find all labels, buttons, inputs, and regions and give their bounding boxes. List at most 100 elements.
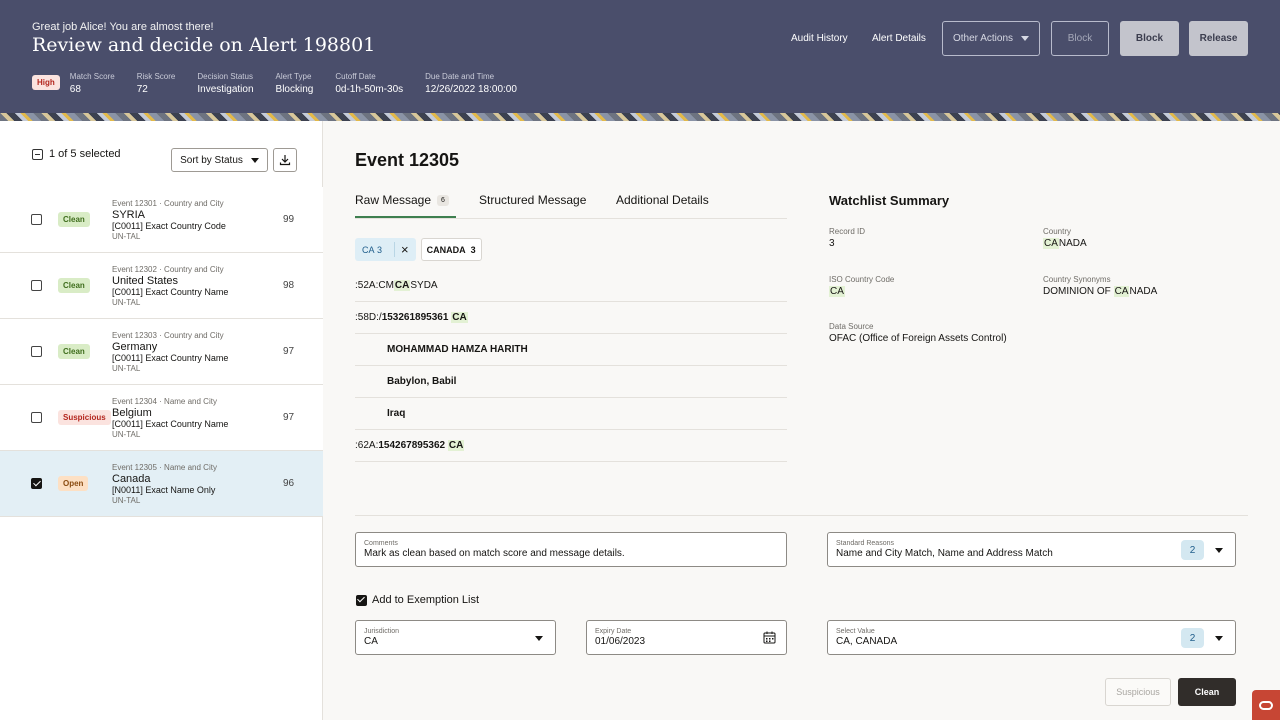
filter-chip-canada[interactable]: CANADA 3 [420,238,482,261]
event-title: Event 12305 [355,150,460,170]
selection-toggle[interactable]: 1 of 5 selected [32,148,121,160]
alert-header: Great job Alice! You are almost there! R… [0,0,1280,113]
event-score: 96 [283,478,295,489]
event-checkbox[interactable] [31,280,42,291]
audit-history-link[interactable]: Audit History [791,33,848,44]
event-name: SYRIA [112,209,146,221]
status-badge: Suspicious [58,410,111,425]
decorative-banner [0,113,1280,121]
event-meta: Event 12302 · Country and City [112,265,224,274]
meta-cutoff-date: Cutoff Date 0d-1h-50m-30s [335,72,404,95]
event-list: Clean Event 12301 · Country and City SYR… [0,187,323,517]
download-icon [279,155,291,166]
greeting-text: Great job Alice! You are almost there! [32,21,214,33]
event-score: 97 [283,346,295,357]
chevron-down-icon[interactable] [1215,548,1223,553]
event-checkbox[interactable] [31,412,42,423]
select-value-select[interactable]: Select Value CA, CANADA 2 [827,620,1236,655]
status-badge: Open [58,476,89,491]
tab-additional-details[interactable]: Additional Details [616,193,709,207]
filter-chip-ca[interactable]: CA 3 × [355,238,416,261]
message-line: :58D:/153261895361 CA [355,302,787,334]
tab-raw-message[interactable]: Raw Message 6 [355,193,449,207]
section-divider [355,515,1248,516]
chevron-down-icon [1021,36,1030,41]
chevron-down-icon [250,157,259,163]
tab-count-badge: 6 [437,195,449,206]
raw-message: :52A:CM CA SYDA :58D:/153261895361 CA MOHA… [355,270,787,462]
meta-alert-type: Alert Type Blocking [275,72,314,95]
event-source: UN-TAL [112,364,141,373]
event-meta: Event 12305 · Name and City [112,463,217,472]
status-badge: Clean [58,212,90,227]
chevron-down-icon[interactable] [535,636,543,641]
sort-dropdown[interactable]: Sort by Status [171,148,268,172]
event-source: UN-TAL [112,496,141,505]
message-line: Iraq [355,398,787,430]
status-badge: Clean [58,278,90,293]
oracle-assistant-button[interactable] [1252,690,1280,720]
event-list-item[interactable]: Suspicious Event 12304 · Name and City B… [0,385,323,451]
tab-structured-message[interactable]: Structured Message [479,193,586,207]
message-line: Babylon, Babil [355,366,787,398]
event-checkbox[interactable] [31,214,42,225]
event-rule: [C0011] Exact Country Name [112,287,229,297]
event-list-item[interactable]: Clean Event 12303 · Country and City Ger… [0,319,323,385]
chevron-down-icon[interactable] [1215,636,1223,641]
jurisdiction-select[interactable]: Jurisdiction CA [355,620,556,655]
meta-risk-score: Risk Score 72 [136,72,176,95]
event-name: Germany [112,341,158,353]
release-button[interactable]: Release [1189,21,1248,56]
event-list-item[interactable]: Clean Event 12301 · Country and City SYR… [0,187,323,253]
meta-decision-status: Decision Status Investigation [197,72,254,95]
event-meta: Event 12303 · Country and City [112,331,224,340]
close-icon[interactable]: × [394,242,409,257]
deselect-checkbox-icon[interactable] [32,148,43,160]
message-line: MOHAMMAD HAMZA HARITH [355,334,787,366]
event-rule: [C0011] Exact Country Name [112,419,229,429]
block-button[interactable]: Block [1120,21,1179,56]
alert-details-link[interactable]: Alert Details [872,33,926,44]
event-source: UN-TAL [112,430,141,439]
suspicious-button[interactable]: Suspicious [1105,678,1171,706]
event-list-panel: 1 of 5 selected Sort by Status Clean Eve… [0,121,323,720]
event-meta: Event 12304 · Name and City [112,397,217,406]
event-rule: [C0011] Exact Country Name [112,353,229,363]
standard-reasons-select[interactable]: Standard Reasons Name and City Match, Na… [827,532,1236,567]
event-list-item[interactable]: Open Event 12305 · Name and City Canada … [0,451,323,517]
event-score: 99 [283,214,295,225]
event-list-item[interactable]: Clean Event 12302 · Country and City Uni… [0,253,323,319]
watchlist-summary-title: Watchlist Summary [829,193,950,208]
comments-field[interactable]: Comments Mark as clean based on match sc… [355,532,787,567]
active-tab-indicator [355,216,456,218]
highlight-chips: CA 3 × CANADA 3 [355,238,482,261]
event-checkbox[interactable] [31,346,42,357]
event-score: 98 [283,280,295,291]
event-meta: Event 12301 · Country and City [112,199,224,208]
event-score: 97 [283,412,295,423]
checkbox-checked-icon[interactable] [356,594,367,606]
oracle-logo-icon [1259,700,1273,710]
status-badge: Clean [58,344,90,359]
meta-match-score: Match Score 68 [69,72,115,95]
event-checkbox[interactable] [31,478,42,489]
selected-count-badge: 2 [1181,628,1204,648]
expiry-date-field[interactable]: Expiry Date 01/06/2023 [586,620,787,655]
alert-meta: High Match Score 68 Risk Score 72 Decision… [32,72,539,95]
message-line: :52A:CM CA SYDA [355,270,787,302]
selected-count-badge: 2 [1181,540,1204,560]
page-title: Review and decide on Alert 198801 [32,34,376,56]
clean-button[interactable]: Clean [1178,678,1236,706]
country-synonyms-field: Country Synonyms DOMINION OF CANADA [1043,275,1158,297]
priority-badge: High [32,75,60,90]
meta-due-date: Due Date and Time 12/26/2022 18:00:00 [425,72,517,95]
exemption-checkbox[interactable]: Add to Exemption List [356,594,479,606]
record-id-field: Record ID 3 [829,227,866,249]
message-line: :62A: 154267895362 CA [355,430,787,462]
calendar-icon[interactable] [763,631,776,644]
event-source: UN-TAL [112,232,141,241]
block-outline-button[interactable]: Block [1051,21,1109,56]
download-button[interactable] [273,148,297,172]
other-actions-button[interactable]: Other Actions [942,21,1040,56]
message-tabs: Raw Message 6 Structured Message Addition… [355,190,787,219]
